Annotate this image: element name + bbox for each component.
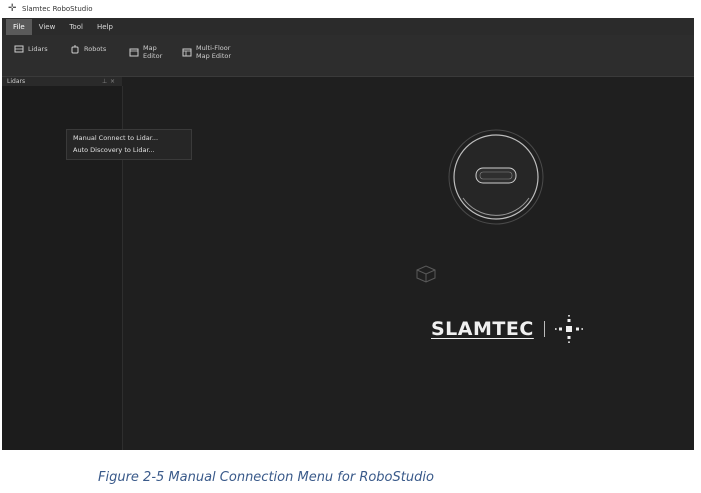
toolbar-multi-floor-label: Multi-Floor Map Editor (196, 44, 232, 60)
close-icon[interactable]: × (110, 77, 115, 86)
robot-illustration (447, 128, 545, 226)
toolbar-map-editor-button[interactable]: Map Editor (129, 44, 162, 60)
logo-wordmark: SLAMTEC (431, 318, 534, 340)
slamtec-logo: SLAMTEC (431, 314, 584, 344)
title-bar: ✛ Slamtec RoboStudio (0, 0, 701, 18)
lidars-panel-title: Lidars (7, 78, 26, 85)
toolbar-lidars-button[interactable]: Lidars (14, 44, 48, 54)
menu-item-auto-discovery[interactable]: Auto Discovery to Lidar... (73, 146, 155, 154)
toolbar-lidars-label: Lidars (28, 45, 48, 53)
menu-tool[interactable]: Tool (62, 19, 90, 35)
menu-view[interactable]: View (32, 19, 63, 35)
menu-file[interactable]: File (6, 18, 32, 35)
window-title: Slamtec RoboStudio (22, 5, 93, 13)
toolbar: Lidars Robots Map Editor Multi-Floor Map… (2, 35, 694, 77)
pin-icon[interactable]: ⊥ (102, 77, 107, 86)
lidar-context-menu: Manual Connect to Lidar... Auto Discover… (66, 129, 192, 160)
robot-icon (70, 44, 80, 54)
logo-divider (543, 321, 545, 337)
menu-bar: File View Tool Help (2, 18, 694, 35)
logo-mark-icon (554, 314, 584, 344)
app-icon: ✛ (8, 3, 17, 14)
map-icon (129, 47, 139, 57)
cube-icon (413, 262, 439, 284)
lidars-panel-header: Lidars ⊥ × (2, 77, 122, 86)
lidar-icon (14, 44, 24, 54)
menu-help[interactable]: Help (90, 19, 120, 35)
multi-floor-map-icon (182, 47, 192, 57)
toolbar-map-editor-label: Map Editor (143, 44, 163, 60)
app-window: File View Tool Help Lidars Robots Map Ed… (2, 18, 694, 450)
figure-caption: Figure 2-5 Manual Connection Menu for Ro… (98, 470, 434, 485)
toolbar-robots-label: Robots (84, 45, 107, 53)
main-canvas (123, 77, 694, 450)
menu-item-manual-connect[interactable]: Manual Connect to Lidar... (73, 134, 158, 142)
toolbar-robots-button[interactable]: Robots (70, 44, 106, 54)
toolbar-multi-floor-button[interactable]: Multi-Floor Map Editor (182, 44, 231, 60)
